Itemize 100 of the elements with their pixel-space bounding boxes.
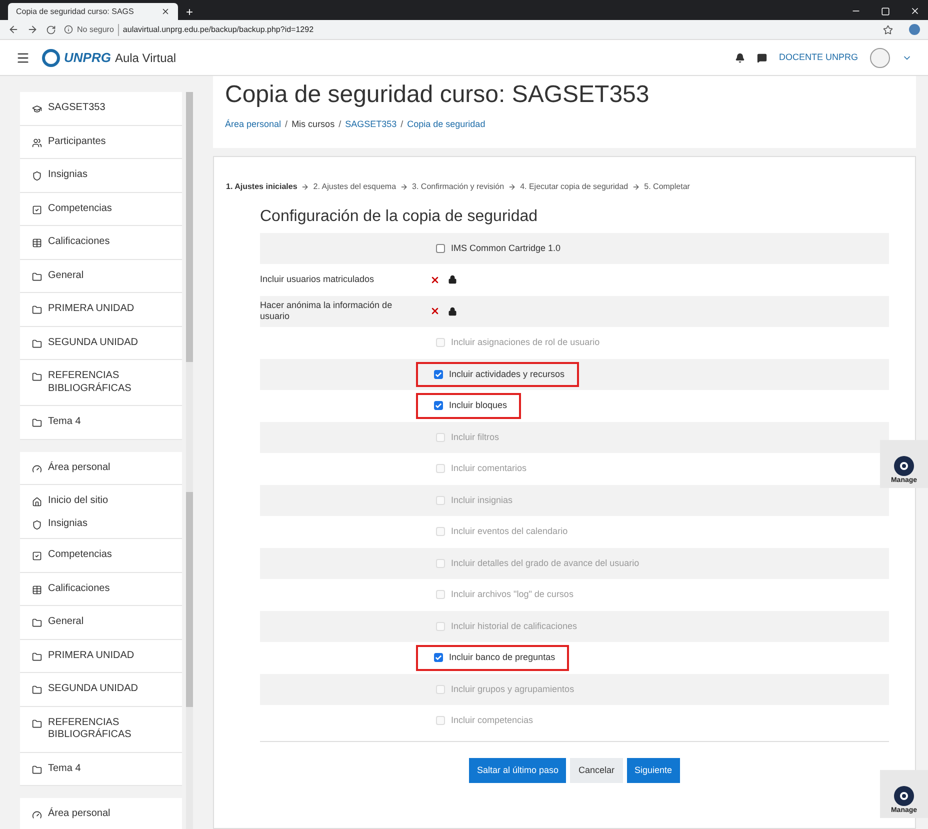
cross-icon [430, 274, 440, 285]
chat-icon[interactable] [756, 52, 767, 62]
step-label: 1. Ajustes iniciales [226, 180, 298, 192]
breadcrumb-link[interactable]: Copia de seguridad [407, 118, 486, 132]
close-icon[interactable] [910, 6, 920, 16]
back-icon[interactable] [8, 24, 19, 35]
breadcrumb-link[interactable]: Área personal [225, 118, 282, 132]
menu-icon[interactable] [16, 50, 30, 64]
cross-icon [430, 306, 440, 316]
scrollbar[interactable] [186, 92, 193, 829]
sidebar-item[interactable]: PRIMERA UNIDAD [20, 640, 182, 672]
step-label: 3. Confirmación y revisión [412, 180, 504, 192]
sidebar-item[interactable]: REFERENCIAS BIBLIOGRÁFICAS [20, 360, 182, 405]
folder-icon [32, 338, 42, 348]
page-title: Copia de seguridad curso: SAGSET353 [225, 80, 650, 110]
breadcrumb-separator: / [285, 118, 288, 131]
sidebar-item[interactable]: Inicio del sitio [20, 485, 182, 518]
sidebar-item[interactable]: Competencias [20, 539, 182, 572]
profile-avatar[interactable] [909, 24, 920, 35]
security-label: No seguro [77, 24, 114, 36]
checkbox[interactable] [436, 244, 445, 253]
sidebar-item[interactable]: SEGUNDA UNIDAD [20, 326, 182, 359]
site-logo[interactable]: UNPRG [42, 48, 111, 68]
lock-icon [448, 275, 457, 284]
folder-icon [32, 764, 42, 774]
arrow-icon [632, 182, 640, 190]
sidebar-item[interactable]: Participantes [20, 126, 182, 158]
action-button[interactable]: Cancelar [570, 758, 623, 783]
user-name[interactable]: DOCENTE UNPRG [778, 50, 858, 64]
forward-icon[interactable] [27, 24, 38, 35]
users-icon [32, 138, 42, 148]
setting-label: Hacer anónima la información de usuario [260, 300, 394, 322]
info-icon [64, 25, 73, 34]
sidebar-item[interactable]: Tema 4 [20, 406, 182, 438]
breadcrumb-link[interactable]: Mis cursos [292, 118, 335, 132]
checkbox-icon [32, 204, 42, 214]
folder-icon [32, 418, 42, 428]
logo-text: UNPRG [64, 48, 111, 67]
gauge-icon [32, 810, 42, 820]
lock-icon [448, 306, 457, 316]
new-tab-button[interactable]: + [186, 6, 194, 20]
gauge-icon [32, 464, 42, 474]
sidebar-item[interactable]: Competencias [20, 192, 182, 225]
sidebar-item[interactable]: REFERENCIAS BIBLIOGRÁFICAS [20, 706, 182, 752]
table-icon [32, 238, 42, 248]
action-button[interactable]: Siguiente [626, 758, 680, 783]
graduation-cap-icon [32, 104, 42, 114]
arrow-icon [400, 182, 408, 190]
breadcrumb-separator: / [400, 118, 404, 131]
url-text: aulavirtual.unprg.edu.pe/backup/backup.php?id=1292 [118, 24, 314, 36]
folder-icon [32, 272, 42, 282]
arrow-icon [301, 182, 310, 190]
folder-icon [32, 305, 42, 315]
maximize-icon[interactable] [881, 7, 890, 16]
sidebar-item[interactable]: General [20, 606, 182, 638]
logo-emblem-icon [42, 48, 60, 66]
folder-icon [32, 372, 42, 382]
checkbox[interactable] [434, 370, 443, 379]
star-icon[interactable] [883, 24, 893, 34]
sidebar-item[interactable]: General [20, 260, 182, 292]
checkbox-option[interactable]: Incluir banco de preguntas [418, 647, 568, 668]
sidebar-item[interactable]: Insignias [20, 159, 182, 192]
shield-icon [32, 520, 42, 530]
bell-icon[interactable] [734, 52, 745, 62]
checkbox-option[interactable]: IMS Common Cartridge 1.0 [430, 238, 567, 259]
home-icon [32, 497, 42, 507]
breadcrumb-separator: / [338, 118, 342, 131]
sidebar-item[interactable]: Insignias [20, 518, 182, 538]
checkbox[interactable] [434, 653, 443, 662]
sidebar-item[interactable]: Calificaciones [20, 226, 182, 258]
sidebar-item[interactable]: Calificaciones [20, 572, 182, 605]
folder-icon [32, 618, 42, 628]
breadcrumb-link[interactable]: SAGSET353 [345, 118, 397, 132]
url-field[interactable]: No seguro aulavirtual.unprg.edu.pe/backup/backup.php?id=1292 [64, 24, 875, 36]
sidebar-item[interactable]: SEGUNDA UNIDAD [20, 673, 182, 706]
action-button[interactable]: Saltar al último paso [468, 758, 566, 783]
sidebar-item[interactable]: SAGSET353 [20, 92, 182, 124]
sidebar-item[interactable]: PRIMERA UNIDAD [20, 293, 182, 326]
browser-tab[interactable]: Copia de seguridad curso: SAGS [8, 3, 178, 20]
shield-icon [32, 171, 42, 181]
step-label: 2. Ajustes del esquema [313, 180, 396, 192]
close-icon[interactable] [161, 7, 170, 16]
sidebar-item[interactable]: Tema 4 [20, 752, 182, 785]
checkbox-icon [32, 551, 42, 561]
table-icon [32, 584, 42, 594]
arrow-icon [508, 182, 516, 190]
sidebar-item[interactable]: Área personal [20, 798, 182, 829]
checkbox[interactable] [434, 401, 443, 410]
setting-label: Incluir usuarios matriculados [260, 274, 376, 286]
section-title: Configuración de la copia de seguridad [260, 206, 539, 226]
step-label: 4. Ejecutar copia de seguridad [520, 180, 628, 192]
folder-icon [32, 718, 42, 728]
site-name[interactable]: Aula Virtual [114, 48, 176, 66]
reload-icon[interactable] [46, 24, 56, 34]
folder-icon [32, 685, 42, 695]
checkbox-option[interactable]: Incluir actividades y recursos [418, 364, 577, 385]
step-label: 5. Completar [644, 180, 690, 192]
sidebar-item[interactable]: Área personal [20, 452, 182, 484]
checkbox-option[interactable]: Incluir bloques [418, 395, 520, 416]
folder-icon [32, 652, 42, 662]
